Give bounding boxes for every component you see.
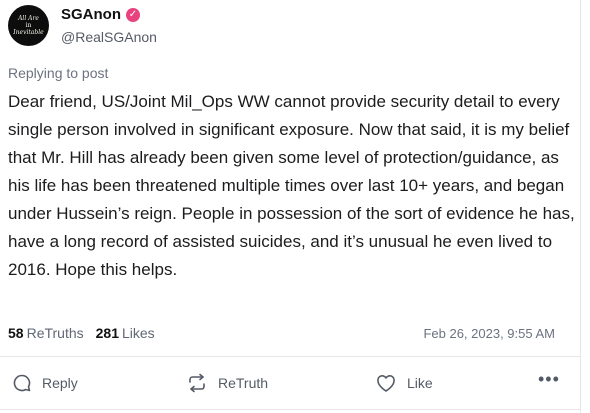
post-timestamp[interactable]: Feb 26, 2023, 9:55 AM — [423, 326, 555, 341]
bottom-divider — [0, 409, 580, 410]
retruths-stat[interactable]: 58 ReTruths — [8, 325, 84, 341]
author-handle[interactable]: @RealSGAnon — [61, 29, 157, 45]
retruths-count: 58 — [8, 325, 24, 341]
likes-stat[interactable]: 281 Likes — [96, 325, 155, 341]
post-body: Dear friend, US/Joint Mil_Ops WW cannot … — [8, 92, 575, 279]
like-button[interactable]: Like — [375, 373, 433, 393]
verified-badge-icon: ✓ — [126, 7, 140, 22]
reply-label: Reply — [42, 375, 78, 391]
author-display-name[interactable]: SGAnon — [61, 6, 121, 23]
avatar-text-line1: All Are — [18, 15, 39, 22]
avatar[interactable]: All Are in Inevitable — [8, 5, 49, 46]
avatar-text-line3: Inevitable — [13, 29, 44, 36]
post-stats: 58 ReTruths 281 Likes — [8, 325, 155, 341]
retruth-icon — [189, 373, 205, 393]
likes-label: Likes — [122, 325, 155, 341]
retruth-label: ReTruth — [218, 375, 269, 391]
replying-to-label[interactable]: Replying to post — [8, 65, 108, 81]
author-name-row: SGAnon ✓ — [61, 6, 140, 23]
more-options-button[interactable]: ••• — [538, 369, 560, 390]
retruth-button[interactable]: ReTruth — [186, 373, 268, 393]
retruths-label: ReTruths — [26, 325, 84, 341]
avatar-text-line2: in — [25, 22, 32, 29]
like-label: Like — [407, 375, 433, 391]
more-icon: ••• — [538, 369, 560, 389]
post-card: All Are in Inevitable SGAnon ✓ @RealSGAn… — [0, 0, 581, 413]
reply-icon — [13, 374, 31, 392]
reply-button[interactable]: Reply — [12, 373, 78, 393]
likes-count: 281 — [95, 325, 119, 341]
action-bar: Reply ReTruth Like ••• — [0, 357, 580, 409]
heart-icon — [377, 375, 395, 392]
